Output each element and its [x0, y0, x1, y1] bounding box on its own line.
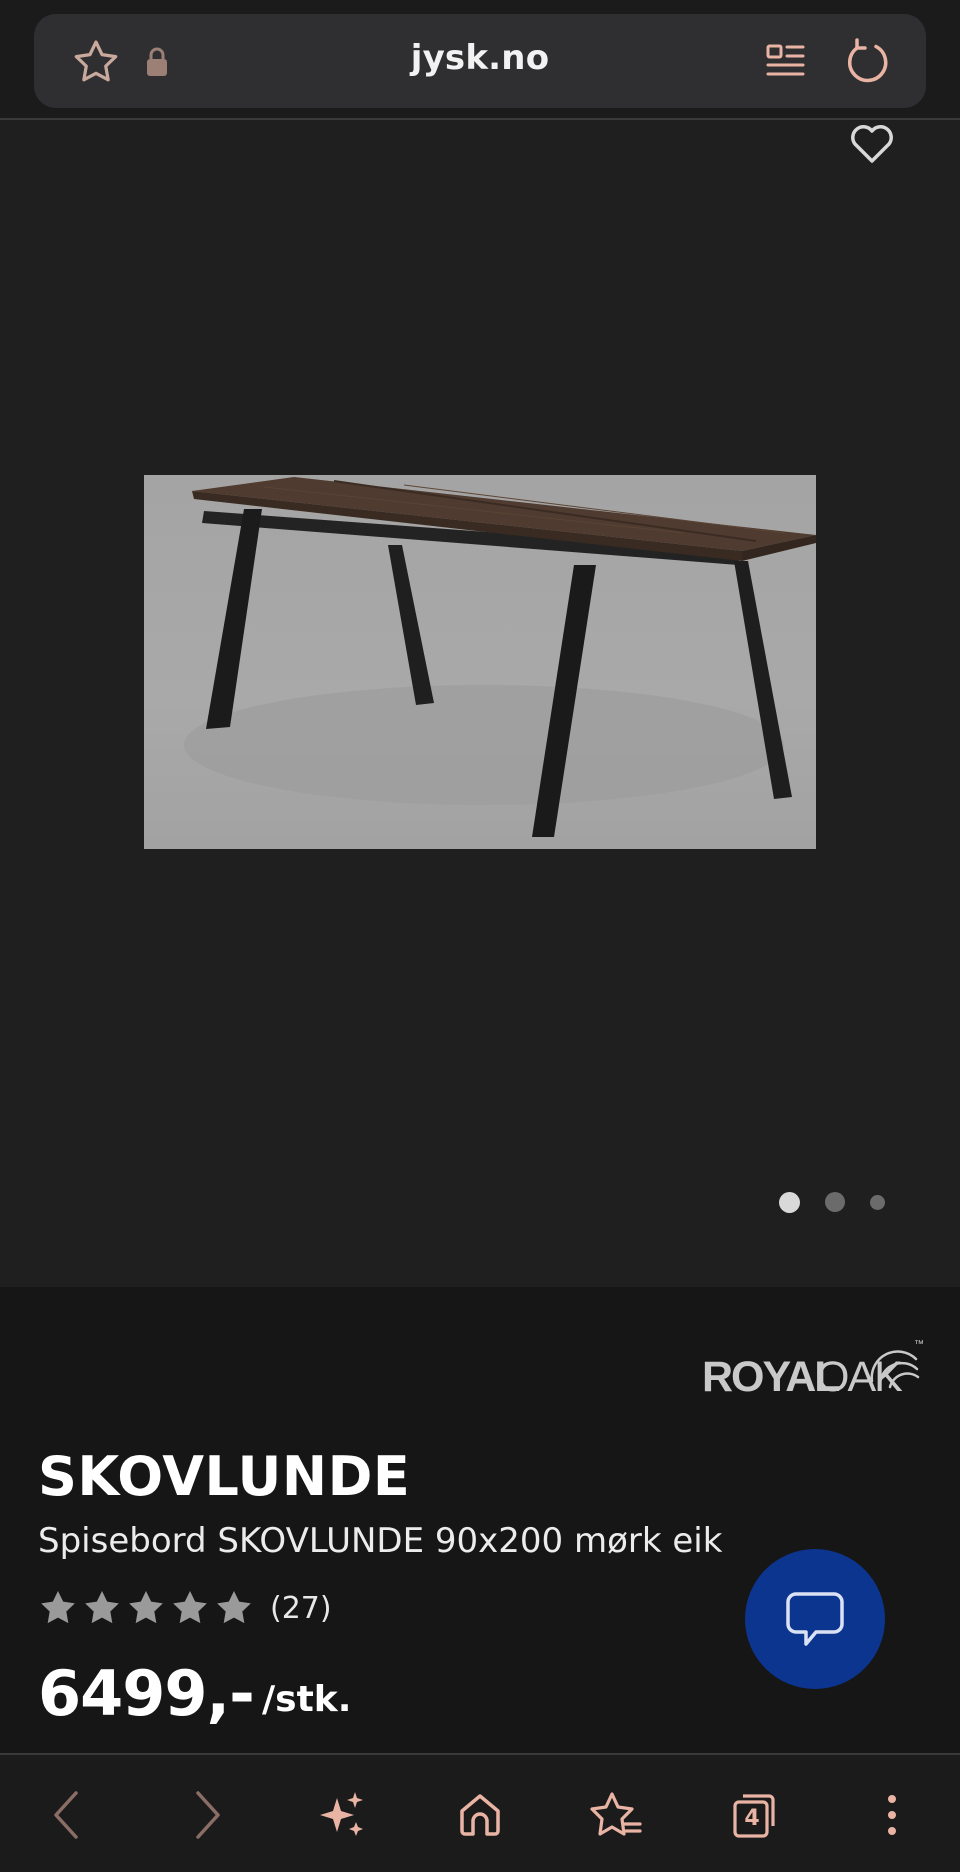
product-image-gallery[interactable] [0, 121, 960, 1287]
product-description: Spisebord SKOVLUNDE 90x200 mørk eik [38, 1521, 723, 1561]
reload-icon[interactable] [840, 34, 896, 90]
star-icon [85, 1591, 119, 1624]
gallery-dot[interactable] [870, 1195, 885, 1210]
product-image[interactable] [144, 475, 816, 849]
gallery-dot-active[interactable] [779, 1192, 800, 1213]
bookmarks-star-icon[interactable] [586, 1785, 646, 1845]
more-menu-icon[interactable] [862, 1785, 922, 1845]
rating-stars [38, 1588, 254, 1628]
back-icon[interactable] [36, 1785, 96, 1845]
forward-icon[interactable] [178, 1785, 238, 1845]
product-name: SKOVLUNDE [38, 1445, 411, 1508]
page: jysk.no ROYAL OAK ™ SKOVLUNDE Spisebord … [0, 0, 960, 1872]
ai-sparkle-icon[interactable] [312, 1785, 372, 1845]
product-price: 6499,- [38, 1657, 255, 1730]
star-icon [173, 1591, 207, 1624]
tabs-icon[interactable]: 4 [724, 1785, 784, 1845]
home-icon[interactable] [450, 1785, 510, 1845]
address-bar[interactable]: jysk.no [34, 14, 926, 108]
browser-bottom-bar: 4 [0, 1753, 960, 1872]
tab-count: 4 [744, 1805, 760, 1831]
brand-logo: ROYAL OAK ™ [700, 1329, 930, 1401]
star-icon [41, 1591, 75, 1624]
product-info: ROYAL OAK ™ SKOVLUNDE Spisebord SKOVLUND… [0, 1287, 960, 1753]
svg-text:™: ™ [914, 1339, 924, 1350]
review-count[interactable]: (27) [270, 1591, 332, 1626]
price-unit: /stk. [262, 1679, 352, 1720]
chat-button[interactable] [745, 1549, 885, 1689]
svg-text:OAK: OAK [816, 1353, 903, 1399]
gallery-dot[interactable] [825, 1192, 845, 1212]
chat-bubble-icon [786, 1592, 844, 1646]
browser-top-bar: jysk.no [0, 0, 960, 120]
star-icon [129, 1591, 163, 1624]
favorite-heart-icon[interactable] [846, 121, 898, 169]
reader-mode-icon[interactable] [760, 36, 810, 86]
star-icon [217, 1591, 251, 1624]
product-rating[interactable]: (27) [38, 1585, 332, 1631]
gallery-pagination-dots [0, 1190, 960, 1214]
